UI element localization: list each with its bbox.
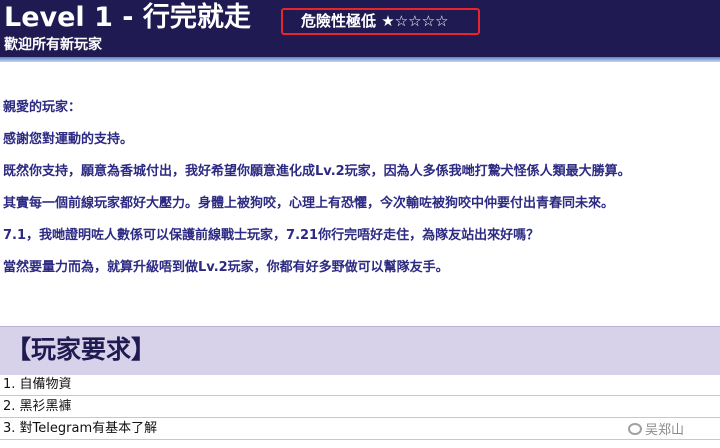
- letter-content: 親愛的玩家： 感謝您對運動的支持。 既然你支持，願意為香城付出，我好希望你願意進…: [3, 98, 718, 290]
- letter-paragraph: 當然要量力而為，就算升級唔到做Lv.2玩家，你都有好多野做可以幫隊友手。: [3, 258, 718, 278]
- requirement-item: 3. 對Telegram有基本了解: [0, 418, 720, 440]
- header-divider: [0, 57, 720, 62]
- letter-paragraph: 7.1，我哋證明咗人數係可以保護前線戰士玩家，7.21你行完唔好走住，為隊友站出…: [3, 226, 718, 246]
- letter-paragraph: 其實每一個前線玩家都好大壓力。身體上被狗咬，心理上有恐懼，今次輸咗被狗咬中仲要付…: [3, 194, 718, 214]
- watermark-text: 吴郑山: [645, 423, 684, 438]
- requirements-section-header: 【玩家要求】: [0, 326, 720, 375]
- level-title: Level 1 - 行完就走: [4, 1, 251, 35]
- requirement-item: 1. 自備物資: [0, 374, 720, 396]
- level-subtitle: 歡迎所有新玩家: [4, 35, 102, 55]
- requirements-list: 1. 自備物資 2. 黑衫黑褲 3. 對Telegram有基本了解: [0, 374, 720, 440]
- watermark: 吴郑山: [628, 421, 684, 441]
- requirement-item: 2. 黑衫黑褲: [0, 396, 720, 418]
- weibo-icon: [628, 423, 642, 435]
- letter-paragraph: 既然你支持，願意為香城付出，我好希望你願意進化成Lv.2玩家，因為人多係我哋打騺…: [3, 162, 718, 182]
- requirements-heading: 【玩家要求】: [6, 332, 156, 368]
- letter-paragraph: 感謝您對運動的支持。: [3, 130, 718, 150]
- danger-rating-badge: 危險性極低 ★☆☆☆☆: [281, 8, 480, 35]
- letter-greeting: 親愛的玩家：: [3, 98, 718, 118]
- header-banner: Level 1 - 行完就走 歡迎所有新玩家 危險性極低 ★☆☆☆☆: [0, 0, 720, 57]
